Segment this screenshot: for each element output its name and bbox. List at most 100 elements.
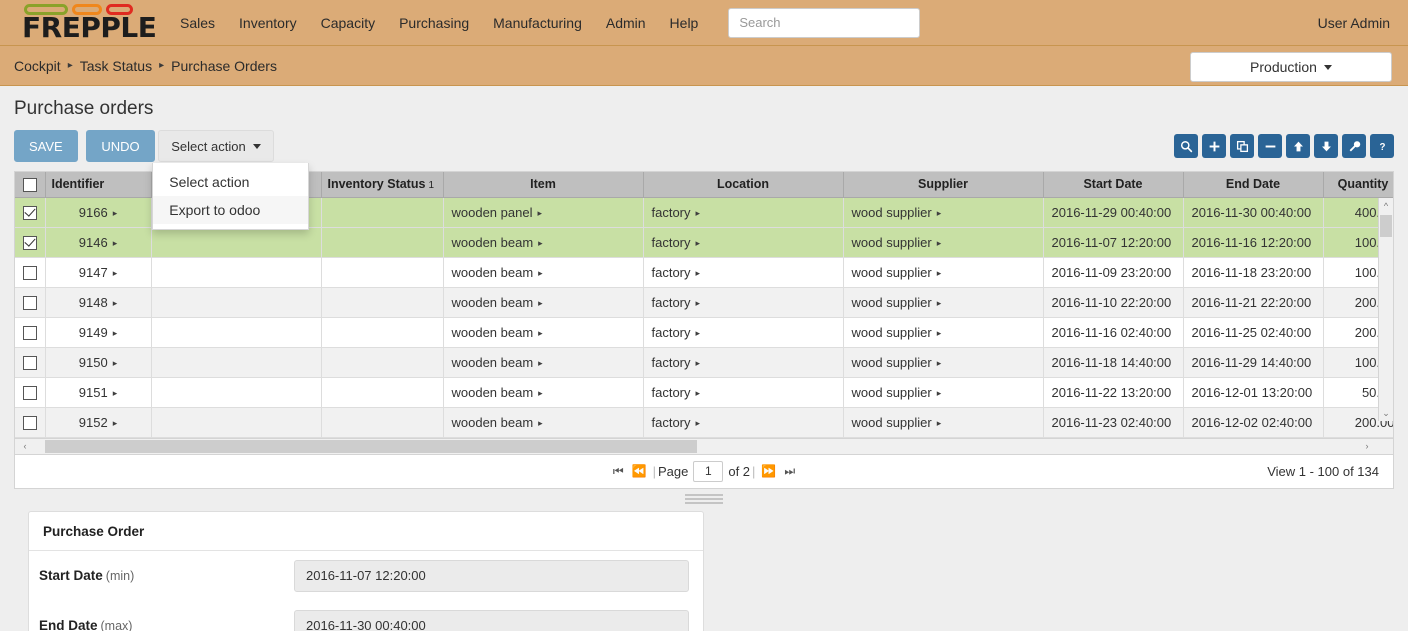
- drilldown-arrow-icon[interactable]: ▸: [696, 298, 701, 309]
- scroll-right-icon[interactable]: ›: [1359, 439, 1375, 454]
- save-button[interactable]: SAVE: [14, 130, 78, 162]
- grid-horizontal-scrollbar[interactable]: ‹ ›: [15, 438, 1393, 454]
- row-select-cell[interactable]: [15, 347, 45, 377]
- breadcrumb-item-cockpit[interactable]: Cockpit: [14, 58, 61, 74]
- cell-location[interactable]: factory▸: [643, 347, 843, 377]
- drilldown-arrow-icon[interactable]: ▸: [538, 418, 543, 429]
- drilldown-arrow-icon[interactable]: ▸: [113, 328, 118, 339]
- scroll-down-icon[interactable]: ⌄: [1379, 406, 1393, 421]
- cell-item[interactable]: wooden beam▸: [443, 347, 643, 377]
- select-all-checkbox[interactable]: [23, 178, 37, 192]
- row-select-cell[interactable]: [15, 377, 45, 407]
- cell-identifier[interactable]: 9150▸: [45, 347, 151, 377]
- row-checkbox[interactable]: [23, 236, 37, 250]
- frepple-logo[interactable]: FREPPLE: [14, 2, 148, 44]
- scenario-selector[interactable]: Production: [1190, 52, 1392, 82]
- drilldown-arrow-icon[interactable]: ▸: [696, 388, 701, 399]
- cell-location[interactable]: factory▸: [643, 257, 843, 287]
- drilldown-arrow-icon[interactable]: ▸: [538, 268, 543, 279]
- cell-supplier[interactable]: wood supplier▸: [843, 377, 1043, 407]
- cell-item[interactable]: wooden beam▸: [443, 257, 643, 287]
- drilldown-arrow-icon[interactable]: ▸: [937, 418, 942, 429]
- cell-location[interactable]: factory▸: [643, 227, 843, 257]
- menu-item-export-to-odoo[interactable]: Export to odoo: [153, 196, 308, 224]
- nav-item-admin[interactable]: Admin: [594, 9, 658, 37]
- drilldown-arrow-icon[interactable]: ▸: [113, 268, 118, 279]
- drilldown-arrow-icon[interactable]: ▸: [113, 388, 118, 399]
- column-header-end-date[interactable]: End Date: [1183, 172, 1323, 197]
- row-checkbox[interactable]: [23, 356, 37, 370]
- column-header-start-date[interactable]: Start Date: [1043, 172, 1183, 197]
- row-checkbox[interactable]: [23, 206, 37, 220]
- horizontal-scroll-thumb[interactable]: [45, 440, 697, 453]
- arrow-up-icon[interactable]: [1286, 134, 1310, 158]
- drilldown-arrow-icon[interactable]: ▸: [937, 268, 942, 279]
- drilldown-arrow-icon[interactable]: ▸: [538, 358, 543, 369]
- row-select-cell[interactable]: [15, 407, 45, 437]
- copy-icon[interactable]: [1230, 134, 1254, 158]
- cell-supplier[interactable]: wood supplier▸: [843, 227, 1043, 257]
- table-row[interactable]: 9148▸wooden beam▸factory▸wood supplier▸2…: [15, 287, 1393, 317]
- drilldown-arrow-icon[interactable]: ▸: [538, 388, 543, 399]
- nav-item-help[interactable]: Help: [658, 9, 711, 37]
- user-menu[interactable]: User Admin: [1318, 15, 1390, 31]
- drilldown-arrow-icon[interactable]: ▸: [696, 208, 701, 219]
- row-checkbox[interactable]: [23, 266, 37, 280]
- select-action-button[interactable]: Select action: [158, 130, 273, 162]
- last-page-icon[interactable]: ⏭: [784, 464, 795, 479]
- row-checkbox[interactable]: [23, 416, 37, 430]
- scroll-left-icon[interactable]: ‹: [17, 439, 33, 454]
- cell-item[interactable]: wooden beam▸: [443, 287, 643, 317]
- row-select-cell[interactable]: [15, 257, 45, 287]
- wrench-icon[interactable]: [1342, 134, 1366, 158]
- search-icon[interactable]: [1174, 134, 1198, 158]
- drilldown-arrow-icon[interactable]: ▸: [538, 238, 543, 249]
- row-checkbox[interactable]: [23, 326, 37, 340]
- column-header-identifier[interactable]: Identifier: [45, 172, 151, 197]
- cell-identifier[interactable]: 9152▸: [45, 407, 151, 437]
- undo-button[interactable]: UNDO: [86, 130, 154, 162]
- drilldown-arrow-icon[interactable]: ▸: [696, 358, 701, 369]
- drilldown-arrow-icon[interactable]: ▸: [538, 298, 543, 309]
- table-row[interactable]: 9151▸wooden beam▸factory▸wood supplier▸2…: [15, 377, 1393, 407]
- table-row[interactable]: 9149▸wooden beam▸factory▸wood supplier▸2…: [15, 317, 1393, 347]
- arrow-down-icon[interactable]: [1314, 134, 1338, 158]
- drilldown-arrow-icon[interactable]: ▸: [937, 298, 942, 309]
- drilldown-arrow-icon[interactable]: ▸: [537, 208, 542, 219]
- help-icon[interactable]: ?: [1370, 134, 1394, 158]
- cell-location[interactable]: factory▸: [643, 317, 843, 347]
- cell-identifier[interactable]: 9149▸: [45, 317, 151, 347]
- nav-item-manufacturing[interactable]: Manufacturing: [481, 9, 594, 37]
- cell-location[interactable]: factory▸: [643, 197, 843, 227]
- scroll-up-icon[interactable]: ^: [1379, 198, 1393, 213]
- column-header-quantity[interactable]: Quantity: [1323, 172, 1393, 197]
- column-header-location[interactable]: Location: [643, 172, 843, 197]
- drilldown-arrow-icon[interactable]: ▸: [937, 358, 942, 369]
- cell-supplier[interactable]: wood supplier▸: [843, 287, 1043, 317]
- row-select-cell[interactable]: [15, 317, 45, 347]
- drilldown-arrow-icon[interactable]: ▸: [696, 418, 701, 429]
- drilldown-arrow-icon[interactable]: ▸: [937, 208, 942, 219]
- prev-page-icon[interactable]: ⏪: [632, 464, 647, 478]
- search-input[interactable]: [728, 8, 920, 38]
- nav-item-sales[interactable]: Sales: [168, 9, 227, 37]
- table-row[interactable]: 9150▸wooden beam▸factory▸wood supplier▸2…: [15, 347, 1393, 377]
- column-header-supplier[interactable]: Supplier: [843, 172, 1043, 197]
- start-date-field[interactable]: 2016-11-07 12:20:00: [294, 560, 689, 592]
- cell-item[interactable]: wooden panel▸: [443, 197, 643, 227]
- panel-splitter[interactable]: [14, 489, 1394, 511]
- cell-identifier[interactable]: 9148▸: [45, 287, 151, 317]
- row-checkbox[interactable]: [23, 296, 37, 310]
- drilldown-arrow-icon[interactable]: ▸: [113, 238, 118, 249]
- cell-supplier[interactable]: wood supplier▸: [843, 197, 1043, 227]
- drilldown-arrow-icon[interactable]: ▸: [538, 328, 543, 339]
- row-select-cell[interactable]: [15, 287, 45, 317]
- table-row[interactable]: 9147▸wooden beam▸factory▸wood supplier▸2…: [15, 257, 1393, 287]
- table-row[interactable]: 9152▸wooden beam▸factory▸wood supplier▸2…: [15, 407, 1393, 437]
- minus-icon[interactable]: [1258, 134, 1282, 158]
- next-page-icon[interactable]: ⏩: [761, 464, 776, 478]
- column-header-inventory-status[interactable]: Inventory Status1: [321, 172, 443, 197]
- page-number-input[interactable]: [693, 461, 723, 482]
- cell-item[interactable]: wooden beam▸: [443, 407, 643, 437]
- cell-identifier[interactable]: 9166▸: [45, 197, 151, 227]
